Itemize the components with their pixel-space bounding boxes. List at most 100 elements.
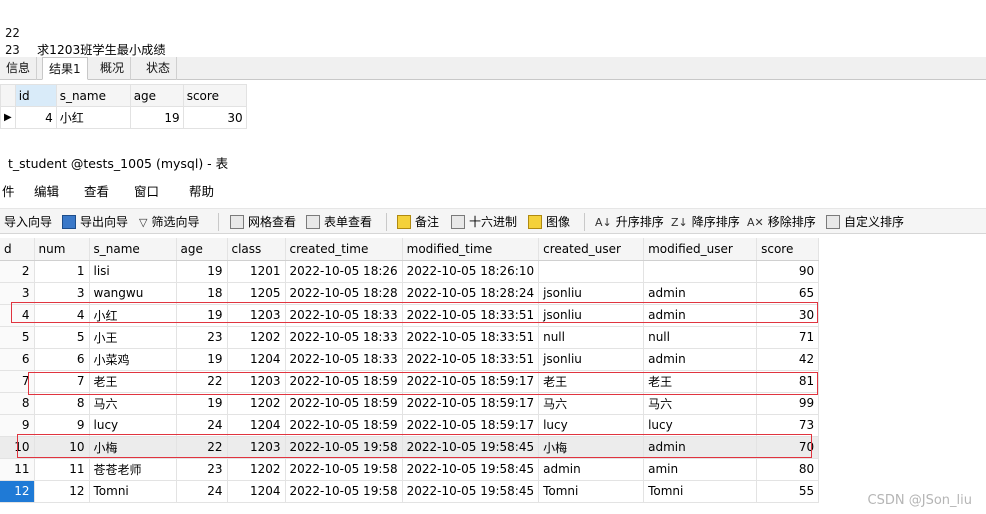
table-cell[interactable]: 19: [176, 260, 228, 283]
column-header-num[interactable]: num: [34, 238, 90, 261]
row-id-cell[interactable]: 5: [0, 326, 35, 349]
table-cell[interactable]: 2022-10-05 18:28:24: [402, 282, 540, 305]
remove-sort-button[interactable]: A✕ 移除排序: [747, 209, 816, 235]
table-row[interactable]: 6 6 小菜鸡 19 1204 2022-10-05 18:33 2022-10-05 18…: [0, 348, 820, 371]
table-cell[interactable]: 1205: [227, 282, 286, 305]
table-cell[interactable]: [538, 260, 645, 283]
result-col-age[interactable]: age: [129, 84, 184, 107]
table-cell[interactable]: 2022-10-05 18:59: [285, 370, 403, 393]
grid-view-button[interactable]: 网格查看: [230, 209, 296, 235]
table-cell[interactable]: 2022-10-05 18:33:51: [402, 304, 540, 327]
table-cell[interactable]: 99: [756, 392, 820, 415]
table-cell[interactable]: 80: [756, 458, 820, 481]
table-cell[interactable]: 1204: [227, 414, 286, 437]
result-row[interactable]: ▶ 4 小红 19 30: [0, 106, 247, 129]
table-cell[interactable]: admin: [643, 436, 758, 459]
table-cell[interactable]: jsonliu: [538, 348, 645, 371]
table-cell[interactable]: 12: [34, 480, 90, 503]
table-cell[interactable]: 71: [756, 326, 820, 349]
table-cell[interactable]: 3: [34, 282, 90, 305]
table-cell[interactable]: 42: [756, 348, 820, 371]
result-col-s_name[interactable]: s_name: [55, 84, 131, 107]
row-id-cell[interactable]: 3: [0, 282, 35, 305]
table-cell[interactable]: lisi: [89, 260, 177, 283]
column-header-s_name[interactable]: s_name: [89, 238, 177, 261]
table-cell[interactable]: 10: [34, 436, 90, 459]
table-cell[interactable]: null: [643, 326, 758, 349]
column-header-score[interactable]: score: [756, 238, 820, 261]
table-cell[interactable]: 2022-10-05 18:33: [285, 304, 403, 327]
table-cell[interactable]: 1203: [227, 370, 286, 393]
hex-button[interactable]: 十六进制: [451, 209, 517, 235]
table-cell[interactable]: 2022-10-05 18:59:17: [402, 392, 540, 415]
column-header-class[interactable]: class: [227, 238, 286, 261]
table-cell[interactable]: 19: [176, 348, 228, 371]
table-cell[interactable]: 小菜鸡: [89, 348, 177, 371]
table-cell[interactable]: jsonliu: [538, 282, 645, 305]
table-cell[interactable]: 2022-10-05 18:28: [285, 282, 403, 305]
table-cell[interactable]: 19: [176, 392, 228, 415]
table-cell[interactable]: 2022-10-05 19:58:45: [402, 436, 540, 459]
table-cell[interactable]: 30: [756, 304, 820, 327]
menu-file[interactable]: 件: [2, 181, 15, 203]
row-id-cell[interactable]: 11: [0, 458, 35, 481]
table-cell[interactable]: 2022-10-05 18:33: [285, 326, 403, 349]
table-cell[interactable]: 70: [756, 436, 820, 459]
result-cell[interactable]: 小红: [55, 106, 131, 129]
table-cell[interactable]: 2022-10-05 18:59: [285, 414, 403, 437]
table-cell[interactable]: null: [538, 326, 645, 349]
row-id-cell[interactable]: 4: [0, 304, 35, 327]
table-cell[interactable]: 24: [176, 480, 228, 503]
filter-wizard-button[interactable]: ▽ 筛选向导: [139, 209, 199, 235]
table-cell[interactable]: 8: [34, 392, 90, 415]
result-col-id[interactable]: id: [14, 84, 57, 107]
table-cell[interactable]: 90: [756, 260, 820, 283]
table-cell[interactable]: 1204: [227, 348, 286, 371]
column-header-modified_user[interactable]: modified_user: [643, 238, 758, 261]
table-cell[interactable]: 18: [176, 282, 228, 305]
table-cell[interactable]: 马六: [89, 392, 177, 415]
menu-help[interactable]: 帮助: [189, 181, 214, 203]
sort-ascending-button[interactable]: A↓ 升序排序: [595, 209, 664, 235]
table-cell[interactable]: 19: [176, 304, 228, 327]
table-cell[interactable]: lucy: [643, 414, 758, 437]
table-cell[interactable]: 老王: [643, 370, 758, 393]
table-cell[interactable]: 2022-10-05 19:58:45: [402, 458, 540, 481]
table-cell[interactable]: 1204: [227, 480, 286, 503]
table-cell[interactable]: 55: [756, 480, 820, 503]
table-cell[interactable]: admin: [538, 458, 645, 481]
table-row[interactable]: 11 11 苍苍老师 23 1202 2022-10-05 19:58 2022-10-05…: [0, 458, 820, 481]
table-cell[interactable]: 马六: [538, 392, 645, 415]
table-cell[interactable]: 2022-10-05 18:33:51: [402, 348, 540, 371]
result-cell[interactable]: 4: [14, 106, 57, 129]
column-header-created_user[interactable]: created_user: [538, 238, 645, 261]
image-button[interactable]: 图像: [528, 209, 570, 235]
tab-info[interactable]: 信息: [0, 57, 38, 80]
table-cell[interactable]: 6: [34, 348, 90, 371]
table-cell[interactable]: 2022-10-05 18:26:10: [402, 260, 540, 283]
table-cell[interactable]: 1202: [227, 392, 286, 415]
table-cell[interactable]: 2022-10-05 18:33: [285, 348, 403, 371]
form-view-button[interactable]: 表单查看: [306, 209, 372, 235]
table-cell[interactable]: 4: [34, 304, 90, 327]
import-wizard-button[interactable]: 导入向导: [4, 209, 52, 235]
table-cell[interactable]: 马六: [643, 392, 758, 415]
table-cell[interactable]: 22: [176, 436, 228, 459]
table-row[interactable]: 9 9 lucy 24 1204 2022-10-05 18:59 2022-10-05 1…: [0, 414, 820, 437]
menu-edit[interactable]: 编辑: [34, 181, 59, 203]
table-cell[interactable]: 1202: [227, 458, 286, 481]
table-cell[interactable]: 73: [756, 414, 820, 437]
result-col-score[interactable]: score: [182, 84, 247, 107]
tab-result1[interactable]: 结果1: [42, 57, 88, 80]
row-id-cell[interactable]: 8: [0, 392, 35, 415]
table-cell[interactable]: Tomni: [538, 480, 645, 503]
result-cell[interactable]: 19: [129, 106, 184, 129]
table-cell[interactable]: 2022-10-05 18:26: [285, 260, 403, 283]
table-cell[interactable]: [643, 260, 758, 283]
table-cell[interactable]: admin: [643, 304, 758, 327]
table-cell[interactable]: 2022-10-05 18:33:51: [402, 326, 540, 349]
table-cell[interactable]: 1: [34, 260, 90, 283]
table-cell[interactable]: 小红: [89, 304, 177, 327]
table-cell[interactable]: wangwu: [89, 282, 177, 305]
table-cell[interactable]: 11: [34, 458, 90, 481]
